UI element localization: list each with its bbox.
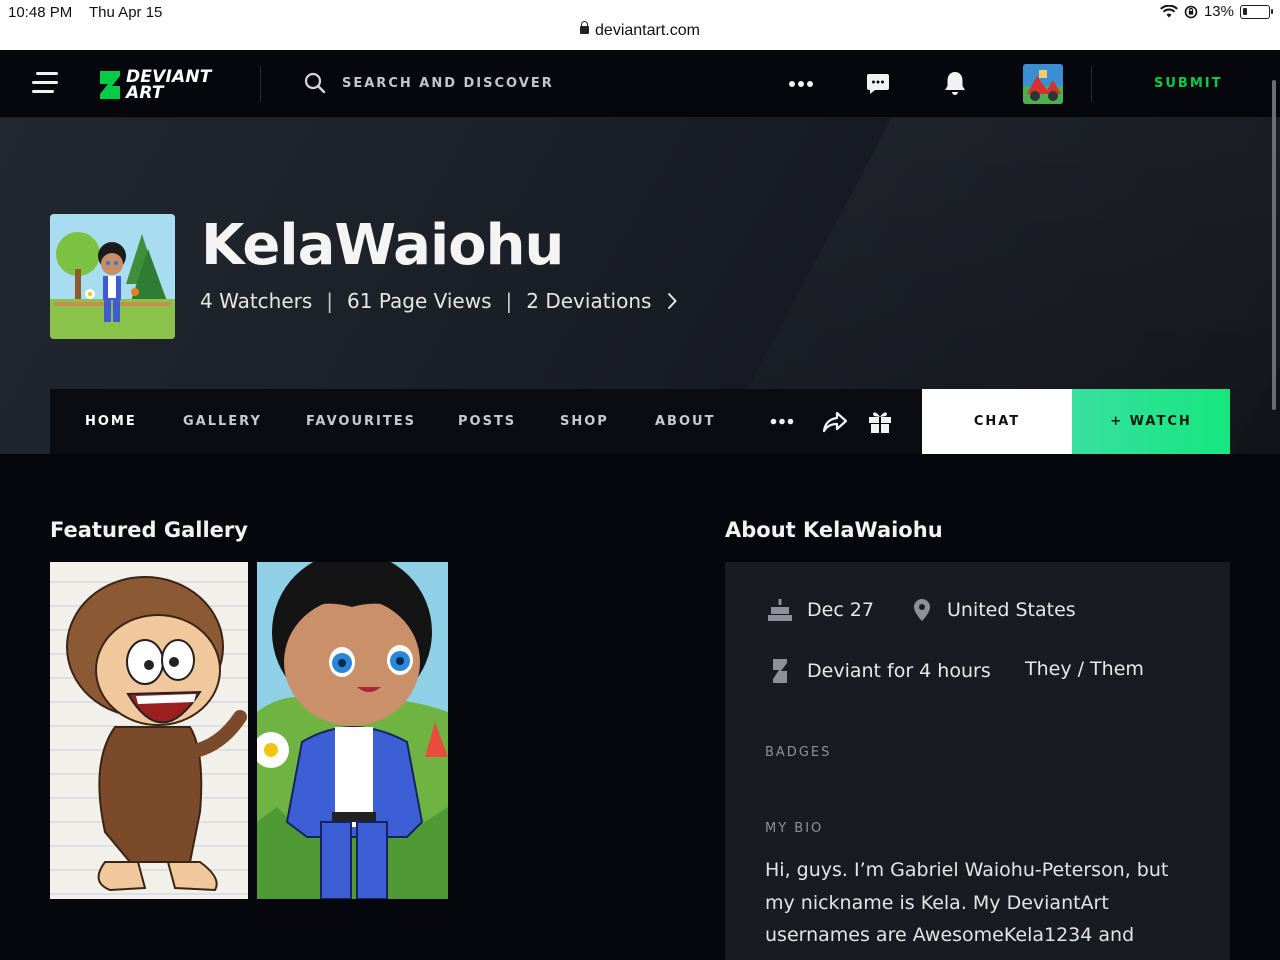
tab-about[interactable]: ABOUT [655,414,715,429]
search-icon [304,72,326,94]
watchers-count[interactable]: 4 Watchers [200,289,312,313]
status-date: Thu Apr 15 [89,4,163,21]
cake-icon [767,598,793,622]
logo-text: DEVIANT ART [126,69,212,103]
profile-tab-bar: HOME GALLERY FAVOURITES POSTS SHOP ABOUT… [50,389,1230,454]
ios-status-bar: 10:48 PM Thu Apr 15 13% deviantart.com [0,0,1280,50]
more-icon[interactable] [770,418,794,425]
location-pin-icon [913,598,931,622]
site-header: DEVIANT ART SEARCH AND DISCOVER SUBMIT [0,50,1280,118]
battery-percent: 13% [1203,3,1234,20]
gallery-thumbnail-monkey[interactable] [50,562,248,899]
profile-username: KelaWaiohu [201,213,564,278]
profile-avatar-image [50,214,175,339]
logo-line-2: ART [126,83,164,103]
profile-avatar[interactable] [50,214,175,339]
deviantart-mark-icon [100,71,120,99]
tab-favourites[interactable]: FAVOURITES [306,414,416,429]
header-divider [260,66,261,102]
bio-text: Hi, guys. I’m Gabriel Waiohu-Peterson, b… [765,859,1169,946]
status-indicators: 13% [1160,3,1273,20]
page-views-count: 61 Page Views [347,289,492,313]
stats-separator: | [505,289,513,313]
page-scrollbar[interactable] [1272,80,1276,410]
share-icon[interactable] [822,410,848,434]
about-card: Dec 27 United States Deviant for 4 hours… [725,562,1230,960]
url-bar[interactable]: deviantart.com [0,21,1280,40]
gallery-image-2 [257,562,448,899]
deviant-age-row: Deviant for 4 hours [771,658,991,684]
pronouns-row: They / Them [1025,658,1144,680]
gallery-image-1 [50,562,248,899]
tab-posts[interactable]: POSTS [458,414,516,429]
deviant-age-text: Deviant for 4 hours [807,660,991,682]
badges-label: BADGES [765,745,832,760]
location-row: United States [913,598,1076,622]
tab-shop[interactable]: SHOP [560,414,609,429]
tab-home[interactable]: HOME [85,414,137,429]
deviations-count[interactable]: 2 Deviations [526,289,651,313]
header-divider [1091,66,1092,102]
lock-icon [580,21,590,34]
more-icon[interactable] [788,80,814,88]
bell-icon[interactable] [943,71,967,97]
user-avatar[interactable] [1023,64,1063,104]
deviantart-logo[interactable]: DEVIANT ART [98,68,212,102]
url-text: deviantart.com [595,22,700,39]
wifi-icon [1160,5,1178,18]
gift-icon[interactable] [868,409,892,434]
deviantart-mark-icon [771,658,789,684]
stats-separator: | [326,289,334,313]
tab-gallery[interactable]: GALLERY [183,414,262,429]
watch-button[interactable]: + WATCH [1072,389,1230,454]
orientation-lock-icon [1184,5,1198,18]
featured-gallery-title: Featured Gallery [50,518,248,542]
chat-button[interactable]: CHAT [922,389,1072,454]
chat-bubble-icon[interactable] [866,72,890,96]
profile-stats: 4 Watchers | 61 Page Views | 2 Deviation… [200,289,678,313]
birthday-row: Dec 27 [767,598,874,622]
birthday-text: Dec 27 [807,599,874,621]
gallery-thumbnail-boy[interactable] [257,562,448,899]
bio-label: MY BIO [765,821,824,836]
menu-icon[interactable] [32,72,58,94]
location-text: United States [947,599,1076,621]
pronouns-text: They / Them [1025,658,1144,680]
battery-icon [1240,4,1273,19]
avatar-image [1023,64,1063,104]
about-title: About KelaWaiohu [725,518,943,542]
status-time: 10:48 PM [8,4,73,21]
submit-button[interactable]: SUBMIT [1154,76,1222,91]
chevron-right-icon[interactable] [667,292,678,310]
search-bar[interactable]: SEARCH AND DISCOVER [304,72,554,94]
search-input[interactable]: SEARCH AND DISCOVER [342,76,554,91]
